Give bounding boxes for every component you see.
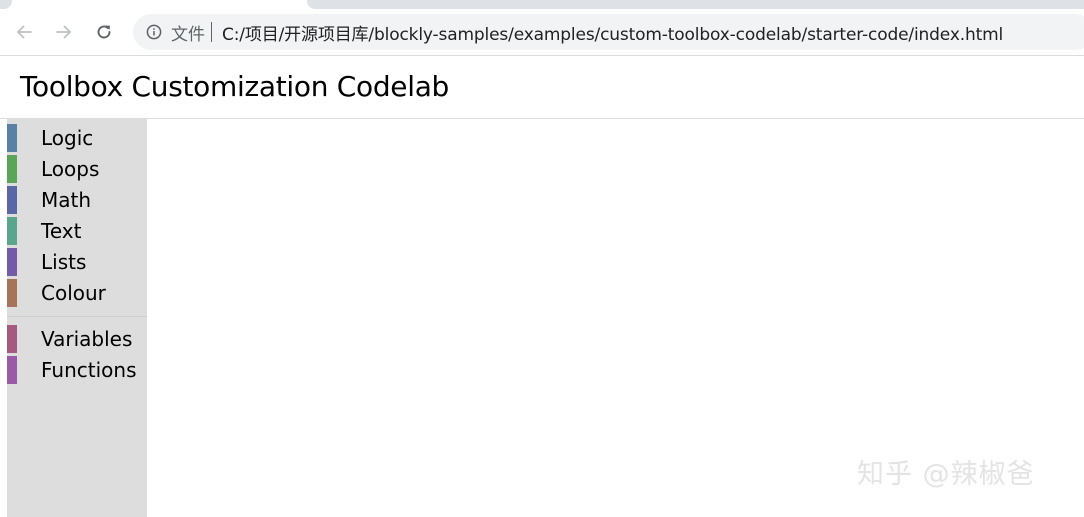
forward-arrow-icon: [56, 25, 71, 39]
category-label: Math: [41, 188, 92, 212]
tab-strip-edge-left: [0, 0, 12, 9]
forward-button[interactable]: [48, 16, 80, 48]
toolbox-separator: [7, 316, 147, 317]
category-label: Text: [41, 219, 82, 243]
category-label: Lists: [41, 250, 87, 274]
url-text[interactable]: C:/项目/开源项目库/blockly-samples/examples/cus…: [222, 20, 1003, 45]
category-color-swatch: [7, 124, 17, 152]
category-label: Variables: [41, 327, 133, 351]
back-button[interactable]: [8, 16, 40, 48]
page-title: Toolbox Customization Codelab: [20, 70, 450, 103]
toolbox-category-lists[interactable]: Lists: [7, 247, 147, 277]
category-label: Logic: [41, 126, 94, 150]
category-color-swatch: [7, 155, 17, 183]
info-icon[interactable]: [146, 24, 162, 40]
tab-strip-edge: [307, 0, 1084, 9]
omnibox-separator: [211, 22, 212, 42]
toolbox: Logic Loops Math Text Lists Colour Varia…: [7, 119, 147, 517]
address-bar[interactable]: 文件 C:/项目/开源项目库/blockly-samples/examples/…: [133, 14, 1084, 50]
url-scheme-label: 文件: [171, 24, 205, 45]
toolbox-category-functions[interactable]: Functions: [7, 355, 147, 385]
tab-strip: [0, 0, 1084, 10]
reload-button[interactable]: [88, 16, 120, 48]
back-arrow-icon: [17, 25, 32, 39]
category-color-swatch: [7, 325, 17, 353]
toolbox-category-variables[interactable]: Variables: [7, 324, 147, 354]
toolbox-category-text[interactable]: Text: [7, 216, 147, 246]
category-label: Loops: [41, 157, 100, 181]
category-label: Functions: [41, 358, 137, 382]
toolbox-category-colour[interactable]: Colour: [7, 278, 147, 308]
category-label: Colour: [41, 281, 106, 305]
category-color-swatch: [7, 356, 17, 384]
browser-toolbar: 文件 C:/项目/开源项目库/blockly-samples/examples/…: [0, 10, 1084, 56]
category-color-swatch: [7, 248, 17, 276]
reload-icon: [97, 25, 111, 39]
toolbox-category-logic[interactable]: Logic: [7, 123, 147, 153]
page-header: Toolbox Customization Codelab: [0, 56, 1084, 119]
toolbox-category-math[interactable]: Math: [7, 185, 147, 215]
watermark: 知乎 @辣椒爸: [857, 459, 1035, 490]
toolbox-category-loops[interactable]: Loops: [7, 154, 147, 184]
category-color-swatch: [7, 279, 17, 307]
category-color-swatch: [7, 217, 17, 245]
category-color-swatch: [7, 186, 17, 214]
